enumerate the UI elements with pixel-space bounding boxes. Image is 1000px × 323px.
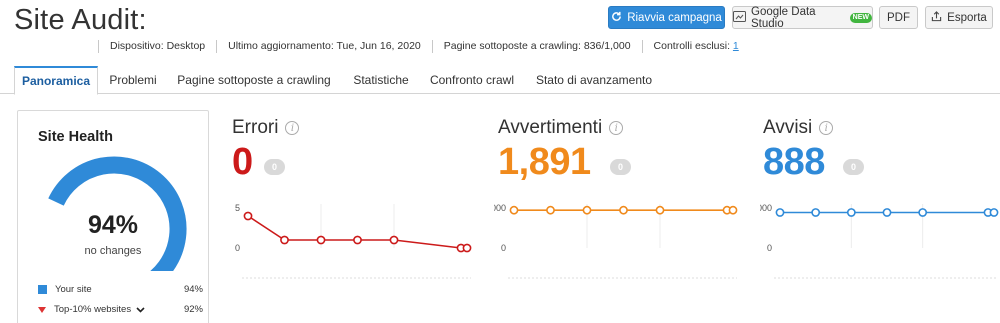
metric-avvertimenti-change-badge: 0 (610, 159, 632, 175)
page-title: Site Audit: (14, 4, 147, 36)
chevron-down-icon[interactable] (136, 306, 145, 313)
data-point (811, 208, 821, 217)
y-axis-max-label: 1000 (760, 203, 772, 213)
data-point (389, 235, 399, 245)
legend-your-site-value: 94% (183, 284, 203, 295)
legend-top10-label: Top-10% websites (54, 304, 132, 315)
y-axis-max-label: 5 (235, 203, 240, 213)
export-button[interactable]: Esporta (925, 6, 993, 29)
data-point (989, 208, 999, 217)
excluded-checks-link[interactable]: 1 (733, 40, 739, 52)
excluded-checks-info: Controlli esclusi: 1 (641, 40, 750, 53)
y-axis-min-label: 0 (767, 243, 772, 253)
data-point (280, 235, 289, 245)
google-data-studio-label: Google Data Studio (751, 5, 816, 30)
data-point (316, 235, 326, 245)
tab-stato-avanzamento[interactable]: Stato di avanzamento (524, 66, 664, 94)
data-point (243, 211, 253, 221)
errori-trend-chart: 50 (235, 203, 472, 279)
site-health-card: Site Health 94% no changes Your site 94%… (17, 110, 209, 323)
metric-errori-change-badge: 0 (264, 159, 286, 175)
metric-errori-value[interactable]: 0 (232, 141, 253, 184)
metric-avvertimenti-label: Avvertimenti (498, 117, 603, 138)
data-point (728, 205, 738, 215)
pdf-label: PDF (887, 11, 910, 24)
refresh-icon (611, 11, 622, 25)
site-health-percent: 94% (87, 211, 139, 239)
tab-pagine-crawling[interactable]: Pagine sottoposte a crawling (166, 66, 342, 94)
data-point (846, 208, 856, 217)
device-info: Dispositivo: Desktop (98, 40, 216, 53)
legend-your-site: Your site 94% (38, 284, 203, 295)
data-point (353, 235, 362, 245)
top10-marker-icon (38, 306, 46, 313)
info-icon[interactable]: i (285, 121, 300, 135)
data-point (918, 208, 928, 217)
new-badge: NEW (849, 12, 872, 23)
tab-panoramica[interactable]: Panoramica (14, 66, 98, 95)
restart-campaign-label: Riavvia campagna (627, 11, 722, 24)
metric-avvisi-value[interactable]: 888 (763, 141, 825, 184)
last-update-info: Ultimo aggiornamento: Tue, Jun 16, 2020 (216, 40, 432, 53)
info-icon[interactable]: i (819, 121, 834, 135)
excluded-checks-label: Controlli esclusi: (653, 40, 733, 52)
export-label: Esporta (947, 11, 987, 24)
export-icon (931, 10, 942, 25)
crawled-pages-info: Pagine sottoposte a crawling: 836/1,000 (431, 40, 642, 53)
data-point (546, 205, 555, 215)
avvisi-trend-chart: 1000 0 (760, 203, 999, 279)
site-health-change: no changes (84, 245, 142, 257)
metric-avvertimenti: Avvertimenti i 1,891 0 (498, 117, 632, 183)
data-point (582, 205, 592, 215)
data-studio-icon (733, 10, 746, 25)
legend-your-site-label: Your site (55, 284, 92, 295)
legend-top10-value: 92% (183, 304, 203, 315)
info-icon[interactable]: i (609, 121, 624, 135)
restart-campaign-button[interactable]: Riavvia campagna (608, 6, 725, 29)
tab-statistiche[interactable]: Statistiche (342, 66, 420, 94)
tab-problemi[interactable]: Problemi (100, 66, 166, 94)
metric-avvisi-label: Avvisi (763, 117, 813, 138)
google-data-studio-button[interactable]: Google Data Studio NEW (732, 5, 873, 30)
tab-bar: Panoramica Problemi Pagine sottoposte a … (0, 66, 1000, 95)
pdf-button[interactable]: PDF (879, 6, 918, 29)
data-point (882, 208, 892, 217)
audit-meta: Dispositivo: Desktop Ultimo aggiornament… (98, 40, 750, 53)
metric-avvisi-change-badge: 0 (843, 159, 865, 175)
legend-top10[interactable]: Top-10% websites 92% (38, 304, 203, 315)
metric-errori-label: Errori (232, 117, 279, 138)
y-axis-min-label: 0 (501, 243, 506, 253)
avvertimenti-trend-chart: 2000 0 (494, 203, 738, 279)
data-point (655, 205, 665, 215)
your-site-swatch (38, 285, 47, 294)
data-point (509, 205, 519, 215)
data-point (619, 205, 628, 215)
data-point (462, 243, 472, 253)
tab-confronto-crawl[interactable]: Confronto crawl (420, 66, 524, 94)
metric-avvertimenti-value[interactable]: 1,891 (498, 141, 591, 184)
y-axis-max-label: 2000 (494, 203, 506, 213)
y-axis-min-label: 0 (235, 243, 240, 253)
metric-errori: Errori i 0 0 (232, 117, 300, 183)
metric-avvisi: Avvisi i 888 0 (763, 117, 865, 183)
data-point (775, 208, 785, 217)
